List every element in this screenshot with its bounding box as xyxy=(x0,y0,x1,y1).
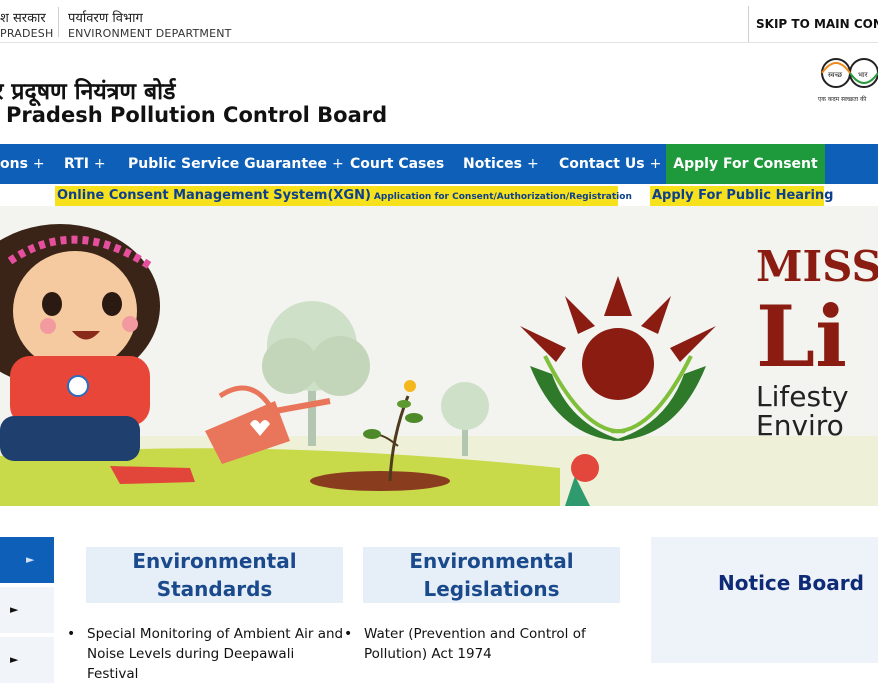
environmental-legislations-heading[interactable]: Environmental Legislations xyxy=(363,547,620,603)
dept-name-hindi: पर्यावरण विभाग xyxy=(68,11,143,26)
heading-line: Standards xyxy=(156,577,273,601)
expand-plus-icon: + xyxy=(649,156,662,172)
nav-label: ons xyxy=(0,156,28,172)
nav-item-public-service-guarantee[interactable]: Public Service Guarantee + xyxy=(128,144,344,184)
list-item[interactable]: • Special Monitoring of Ambient Air and … xyxy=(67,624,349,684)
list-item-text: Water (Prevention and Control of xyxy=(364,626,586,642)
expand-plus-icon: + xyxy=(526,156,539,172)
heading-line: Environmental xyxy=(132,549,297,573)
bullet-icon: • xyxy=(67,626,76,642)
gov-name-hindi: श सरकार xyxy=(0,11,46,26)
board-title-english: Pradesh Pollution Control Board xyxy=(6,103,388,127)
mission-life-banner[interactable]: MISS Li Lifesty Enviro xyxy=(0,206,878,506)
apply-for-consent-button[interactable]: Apply For Consent xyxy=(666,144,825,184)
heading-line: Environmental xyxy=(409,549,574,573)
notice-board-title: Notice Board xyxy=(718,571,864,595)
expand-plus-icon: + xyxy=(32,156,45,172)
nav-label: Court Cases xyxy=(350,156,445,172)
side-tab[interactable]: ► xyxy=(0,637,54,683)
banner-environment-text: Enviro xyxy=(756,409,844,442)
notice-board-panel xyxy=(651,537,878,663)
nav-item-rti[interactable]: RTI + xyxy=(64,144,106,184)
apply-public-hearing-link[interactable]: Apply For Public Hearing xyxy=(650,186,833,206)
nav-label: Public Service Guarantee xyxy=(128,156,328,172)
heading-line: Legislations xyxy=(423,577,560,601)
expand-plus-icon: + xyxy=(332,156,344,172)
banner-life-text: Li xyxy=(756,287,847,386)
side-tab[interactable]: ► xyxy=(0,587,54,633)
nav-item-sections[interactable]: ons + xyxy=(0,144,45,184)
arrow-right-icon: ► xyxy=(10,653,19,666)
xgn-link-main-text: Online Consent Management System(XGN) xyxy=(57,188,371,203)
swachh-bharat-logo[interactable]: स्वच्छ भार एक कदम स्वच्छता की xyxy=(818,55,878,105)
dept-name-english: ENVIRONMENT DEPARTMENT xyxy=(68,27,232,40)
logo-text-2: भार xyxy=(858,71,868,79)
nav-label: Notices xyxy=(463,156,522,172)
nav-item-notices[interactable]: Notices + xyxy=(463,144,539,184)
list-item-text: Pollution) Act 1974 xyxy=(364,646,492,662)
side-tab-list: ► ► ► xyxy=(0,537,54,683)
bullet-icon: • xyxy=(344,626,353,642)
online-consent-management-link[interactable]: Online Consent Management System(XGN) App… xyxy=(55,186,632,206)
nav-item-court-cases[interactable]: Court Cases xyxy=(350,144,444,184)
nav-label: RTI xyxy=(64,156,89,172)
arrow-right-icon: ► xyxy=(26,553,35,566)
nav-item-contact-us[interactable]: Contact Us + xyxy=(559,144,661,184)
expand-plus-icon: + xyxy=(93,156,106,172)
board-title-hindi: र प्रदूषण नियंत्रण बोर्ड xyxy=(0,79,176,105)
gov-name-english: PRADESH xyxy=(0,27,54,40)
topbar-divider xyxy=(58,7,59,37)
list-item-text: Noise Levels during Deepawali Festival xyxy=(87,646,295,682)
top-utility-bar: श सरकार PRADESH पर्यावरण विभाग ENVIRONME… xyxy=(0,0,878,43)
banner-mission-text: MISS xyxy=(756,242,878,291)
nav-label: Contact Us xyxy=(559,156,645,172)
logo-tagline: एक कदम स्वच्छता की xyxy=(818,95,867,103)
topbar-divider xyxy=(748,6,749,42)
list-item-text: Special Monitoring of Ambient Air and xyxy=(87,626,344,642)
xgn-link-sub-text: Application for Consent/Authorization/Re… xyxy=(373,192,632,202)
environmental-standards-heading[interactable]: Environmental Standards xyxy=(86,547,343,603)
arrow-right-icon: ► xyxy=(10,603,19,616)
logo-text: स्वच्छ xyxy=(828,71,843,79)
skip-to-main-content-link[interactable]: SKIP TO MAIN CONT xyxy=(756,17,878,31)
list-item[interactable]: • Water (Prevention and Control of Pollu… xyxy=(344,624,626,664)
banner-illustration: MISS Li Lifesty Enviro xyxy=(0,206,878,506)
side-tab-active[interactable]: ► xyxy=(0,537,54,583)
